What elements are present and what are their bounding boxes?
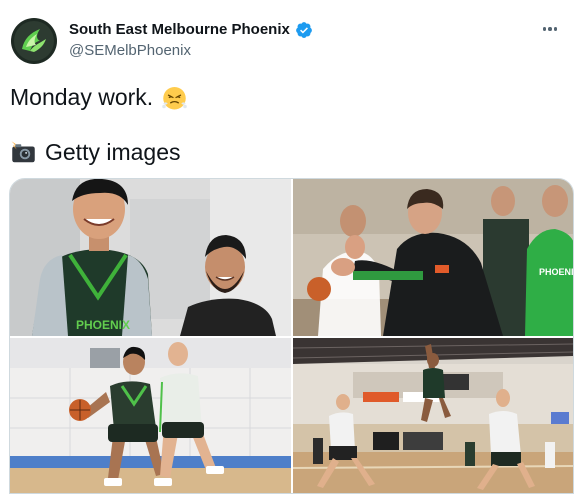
players-laughing-photo[interactable]: PHOENIX [10,179,291,336]
player-dribbling-image [10,338,291,493]
tweet-text-line-2: Getty images [10,137,181,167]
tweet-text: Monday work. [10,84,154,110]
face-with-steam-from-nose-icon [162,86,187,109]
tweet-text: Getty images [45,139,181,165]
avatar[interactable] [10,17,58,65]
media-grid: PHOENIX PHOENI [9,178,574,494]
more-dot-icon [553,27,558,31]
more-dot-icon [542,27,547,31]
more-dot-icon [548,27,552,31]
player-dunking-image [293,338,573,493]
player-dribbling-photo[interactable] [10,338,291,493]
coach-clapping-photo[interactable]: PHOENIX [293,179,574,336]
more-options-button[interactable] [538,19,562,39]
player-dunking-photo[interactable] [293,338,573,493]
jersey-text: PHOENIX [76,318,130,332]
coach-clapping-image: PHOENIX [293,179,574,336]
jersey-text: PHOENIX [539,267,574,277]
author-name-row[interactable]: South East Melbourne Phoenix [69,20,313,40]
author-handle[interactable]: @SEMelbPhoenix [69,41,191,61]
phoenix-logo-icon [11,18,57,64]
camera-with-flash-icon [11,140,35,162]
players-laughing-image: PHOENIX [10,179,291,336]
tweet-text-line-1: Monday work. [10,82,188,112]
tweet-card: South East Melbourne Phoenix @SEMelbPhoe… [0,0,574,494]
display-name[interactable]: South East Melbourne Phoenix [69,20,290,40]
verified-badge-icon [295,22,312,38]
